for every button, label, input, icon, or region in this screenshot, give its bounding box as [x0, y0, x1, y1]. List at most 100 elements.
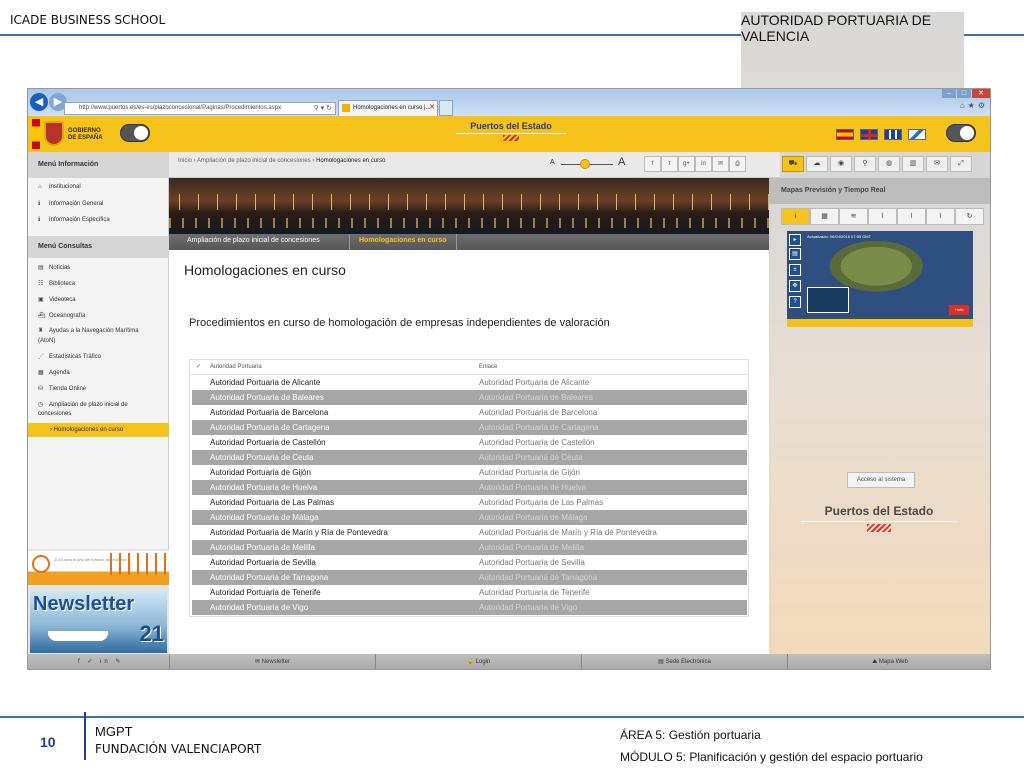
sidebar-item-label: concesiones [38, 411, 72, 417]
weather-map[interactable]: ▸ ▤ ± ✥ ? Actualizado: 06/04/2015 07:55 … [787, 231, 973, 327]
enlace-link[interactable]: Autoridad Portuaria de Gijón [479, 465, 580, 480]
twitter-icon[interactable]: t [661, 156, 678, 172]
email-icon[interactable]: ✉ [712, 156, 729, 172]
slider-handle[interactable] [580, 159, 590, 169]
enlace-link[interactable]: Autoridad Portuaria de Castellón [479, 435, 595, 450]
calendar-tab-icon[interactable]: ▦ [810, 208, 839, 225]
column-header-autoridad[interactable]: Autoridad Portuaria [210, 364, 262, 370]
close-window-icon[interactable]: ✕ [972, 89, 990, 98]
enlace-link[interactable]: Autoridad Portuaria de Sevilla [479, 555, 585, 570]
promo-banner-cruceros[interactable]: 2015 será el año del turismo de cruceros [28, 551, 169, 585]
minimize-icon[interactable]: – [942, 89, 956, 98]
sidebar-item-concesiones[interactable]: concesiones [38, 411, 71, 417]
map-help-icon[interactable]: ? [789, 296, 801, 308]
breadcrumb-prefix[interactable]: Inicio › Ampliación de plazo inicial de … [178, 158, 314, 164]
wind-tab-icon[interactable]: ⌇ [897, 208, 926, 225]
sidebar-item-biblioteca[interactable]: ☷ Biblioteca [38, 280, 75, 287]
enlace-link[interactable]: Autoridad Portuaria de Barcelona [479, 405, 597, 420]
slide-header: ICADE BUSINESS SCHOOL AUTORIDAD PORTUARI… [0, 0, 1024, 488]
enlace-link[interactable]: Autoridad Portuaria de Málaga [479, 510, 588, 525]
enlace-link[interactable]: Autoridad Portuaria de Marín y Ría de Po… [479, 525, 657, 540]
enlace-link[interactable]: Autoridad Portuaria de Cartagena [479, 420, 599, 435]
enlace-link[interactable]: Autoridad Portuaria de Tenerife [479, 585, 590, 600]
enlace-link[interactable]: Autoridad Portuaria de Vigo [479, 600, 577, 615]
sidebar-item-institucional[interactable]: ⌂ Institucional [38, 184, 81, 190]
mail-icon[interactable]: ✉ [926, 156, 948, 172]
column-header-enlace[interactable]: Enlace [479, 364, 497, 370]
lock-icon[interactable]: ⚲ [854, 156, 876, 172]
calendar-tool-icon[interactable]: ▥ [902, 156, 924, 172]
gobierno-logo[interactable]: GOBIERNO DE ESPAÑA [32, 119, 110, 149]
link-icon[interactable]: ⤢ [950, 156, 972, 172]
sidebar-item-ampliacion[interactable]: ◷ Ampliación de plazo inicial de [38, 401, 128, 408]
lang-en-flag-icon[interactable] [860, 129, 878, 140]
print-icon[interactable]: ⎙ [729, 156, 746, 172]
enlace-link[interactable]: Autoridad Portuaria de Melilla [479, 540, 584, 555]
sidebar-item-agenda[interactable]: ▦ Agenda [38, 369, 70, 376]
autoridad-cell: Autoridad Portuaria de Ceuta [210, 453, 314, 462]
browser-tab[interactable]: Homologaciones en curso |... ✕ [338, 100, 438, 116]
enlace-link[interactable]: Autoridad Portuaria de Las Palmas [479, 495, 603, 510]
sidebar-item-videoteca[interactable]: ▣ Videoteca [38, 296, 76, 303]
url-text: http://www.puertos.es/es-es/plazoconcesi… [79, 105, 282, 111]
new-tab-button[interactable] [439, 100, 453, 116]
right-toggle-switch[interactable] [946, 124, 976, 142]
googleplus-icon[interactable]: g+ [678, 156, 695, 172]
lang-va-flag-icon[interactable] [908, 129, 926, 140]
acceso-sistema-button[interactable]: Acceso al sistema [847, 472, 915, 488]
autoridad-cell: Autoridad Portuaria de Marín y Ría de Po… [210, 528, 388, 537]
sidebar-item-informacion-especifica[interactable]: ℹ Información Específica [38, 216, 110, 223]
search-refresh-icon[interactable]: ⚲ ▾ ↻ [314, 103, 332, 114]
enlace-link[interactable]: Autoridad Portuaria de Alicante [479, 375, 589, 390]
sidebar-item-noticias[interactable]: ▤ Noticias [38, 264, 70, 271]
ship-tool-icon[interactable]: ⛟ [782, 156, 804, 172]
chat-icon[interactable]: ☁ [806, 156, 828, 172]
refresh-tab-icon[interactable]: ↻ [955, 208, 984, 225]
puertos-del-estado-logo[interactable]: Puertos del Estado [451, 121, 571, 149]
sidebar-item-informacion-general[interactable]: ℹ Información General [38, 200, 103, 207]
table-row: Autoridad Portuaria de Cartagena Autorida… [192, 420, 747, 435]
info-tab-icon[interactable]: i [781, 208, 810, 225]
map-play-icon[interactable]: ▸ [789, 234, 801, 246]
map-pan-icon[interactable]: ✥ [789, 280, 801, 292]
back-arrow-icon[interactable]: ◀ [30, 93, 48, 111]
map-info-button[interactable]: +Info [949, 305, 969, 315]
help-icon[interactable]: ◍ [878, 156, 900, 172]
lang-es-flag-icon[interactable] [836, 129, 854, 140]
newsletter-promo[interactable]: Newsletter 21 [30, 591, 167, 653]
newsletter-link[interactable]: ✉ Newsletter [169, 654, 375, 669]
home-star-gear-icons[interactable]: ⌂★⚙ [960, 101, 988, 110]
sidebar-item-tienda[interactable]: ⛁ Tienda Online [38, 385, 86, 392]
address-bar[interactable]: http://www.puertos.es/es-es/plazoconcesi… [64, 102, 336, 115]
lang-eu-flag-icon[interactable] [884, 129, 902, 140]
enlace-link[interactable]: Autoridad Portuaria de Tarragona [479, 570, 597, 585]
temperature-tab-icon[interactable]: ⌇ [926, 208, 955, 225]
mapa-web-link[interactable]: ⛰ Mapa Web [787, 654, 990, 669]
map-zoom-icon[interactable]: ± [789, 264, 801, 276]
rss-icon[interactable]: ◉ [830, 156, 852, 172]
sidebar-item-aton[interactable]: (AtoN) [38, 338, 55, 344]
favicon-icon [342, 104, 350, 112]
close-tab-icon[interactable]: ✕ [429, 101, 435, 115]
login-link[interactable]: 🔒 Login [375, 654, 581, 669]
subnav-ampliacion[interactable]: Ampliación de plazo inicial de concesion… [187, 237, 320, 244]
enlace-link[interactable]: Autoridad Portuaria de Huelva [479, 480, 586, 495]
enlace-link[interactable]: Autoridad Portuaria de Ceuta [479, 450, 583, 465]
social-icons[interactable]: f ✓ in ✎ [78, 654, 123, 669]
left-toggle-switch[interactable] [120, 124, 150, 142]
wave-tab-icon[interactable]: ≋ [839, 208, 868, 225]
sea-level-tab-icon[interactable]: ⌇ [868, 208, 897, 225]
linkedin-icon[interactable]: in [695, 156, 712, 172]
map-layer-icon[interactable]: ▤ [789, 248, 801, 260]
enlace-link[interactable]: Autoridad Portuaria de Baleares [479, 390, 593, 405]
facebook-icon[interactable]: f [644, 156, 661, 172]
maximize-icon[interactable]: □ [957, 89, 971, 98]
sede-electronica-link[interactable]: ▤ Sede Electrónica [581, 654, 787, 669]
sidebar-item-homologaciones-active[interactable]: › Homologaciones en curso [28, 423, 169, 437]
font-size-slider[interactable]: A A [550, 155, 630, 173]
sidebar-item-ayudas-navegacion[interactable]: ♜ Ayudas a la Navegación Marítima [38, 327, 139, 334]
sidebar-item-label: Oceanografía [49, 313, 86, 319]
sidebar-item-oceanografia[interactable]: ⛴ Oceanografía [38, 312, 85, 319]
sidebar-item-estadisticas[interactable]: ⋰ Estadísticas Tráfico [38, 353, 101, 360]
subnav-homologaciones-active[interactable]: Homologaciones en curso [349, 234, 457, 250]
